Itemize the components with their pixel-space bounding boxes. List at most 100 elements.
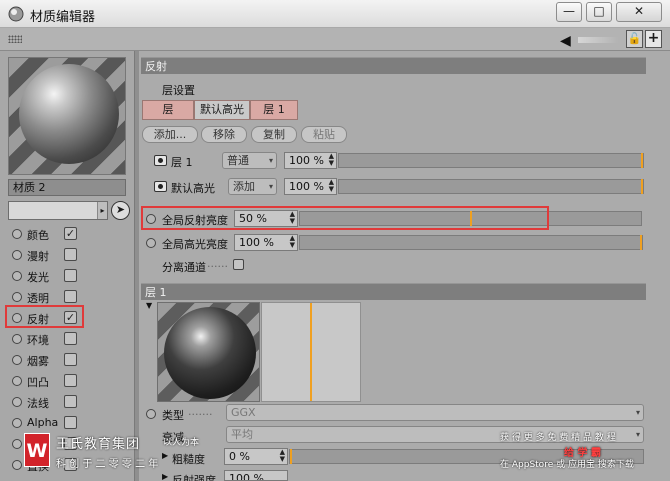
- spinner-icon[interactable]: ▲ ▼: [329, 153, 334, 167]
- slider-marker[interactable]: [641, 179, 643, 194]
- channel-checkbox[interactable]: [64, 269, 77, 282]
- maximize-button[interactable]: □: [586, 2, 612, 22]
- layer-settings-label: 层设置: [162, 84, 195, 97]
- tab-layer[interactable]: 层: [142, 100, 194, 120]
- channel-item[interactable]: 环境: [10, 329, 80, 349]
- channel-checkbox[interactable]: [64, 353, 77, 366]
- channel-label: 透明: [27, 292, 49, 305]
- type-dropdown[interactable]: GGX ▾: [226, 404, 644, 421]
- tab-layer-1[interactable]: 层 1: [250, 100, 298, 120]
- channel-item[interactable]: 发光: [10, 266, 80, 286]
- channel-radio[interactable]: [12, 397, 22, 407]
- layer-opacity-slider[interactable]: [338, 153, 644, 168]
- animate-radio[interactable]: [146, 238, 156, 248]
- expand-triangle-icon[interactable]: ▶: [162, 451, 168, 460]
- channel-radio[interactable]: [12, 355, 22, 365]
- channel-checkbox[interactable]: [64, 332, 77, 345]
- preview-sphere: [19, 64, 119, 164]
- channel-radio[interactable]: [12, 439, 22, 449]
- separate-pass-checkbox[interactable]: [233, 259, 244, 270]
- channel-radio[interactable]: [12, 460, 22, 470]
- visibility-eye-icon[interactable]: [154, 155, 167, 166]
- channel-radio[interactable]: [12, 334, 22, 344]
- expand-triangle-icon[interactable]: ▶: [162, 472, 168, 481]
- channel-checkbox[interactable]: ✓: [64, 227, 77, 240]
- material-selector[interactable]: ▸: [8, 201, 108, 220]
- layer-mode-dropdown[interactable]: 添加 ▾: [228, 178, 277, 195]
- layer-mode-value: 添加: [233, 180, 255, 193]
- channel-item[interactable]: Alpha: [10, 413, 80, 433]
- animate-radio[interactable]: [146, 409, 156, 419]
- global-specular-value: 100 %: [239, 236, 274, 249]
- promo-line-3: 在 AppStore 或 应用宝 搜索下载: [500, 460, 634, 470]
- layer-opacity-field[interactable]: 100 % ▲ ▼: [284, 178, 337, 195]
- paste-layer-button[interactable]: 粘贴: [301, 126, 347, 143]
- layer-mode-value: 普通: [227, 154, 249, 167]
- back-arrow-icon[interactable]: ◀: [560, 33, 571, 49]
- add-layer-button[interactable]: 添加...: [142, 126, 198, 143]
- channel-checkbox[interactable]: [64, 416, 77, 429]
- material-preview[interactable]: [8, 57, 126, 175]
- slider-marker[interactable]: [641, 153, 643, 168]
- channel-radio[interactable]: [12, 250, 22, 260]
- title-bar: 材质编辑器 — □ ✕: [0, 0, 670, 28]
- minimize-button[interactable]: —: [556, 2, 582, 22]
- layer-mode-dropdown[interactable]: 普通 ▾: [222, 152, 277, 169]
- close-button[interactable]: ✕: [616, 2, 662, 22]
- section-title-reflectance[interactable]: 反射: [141, 57, 646, 74]
- material-name-field[interactable]: 材质 2: [8, 179, 126, 196]
- pointer-icon[interactable]: ➤: [111, 201, 130, 220]
- slider-marker[interactable]: [290, 449, 292, 464]
- spinner-icon[interactable]: ▲ ▼: [329, 179, 334, 193]
- grip-icon[interactable]: [8, 35, 22, 43]
- org-slogan: 以人为本: [163, 438, 200, 448]
- remove-layer-button[interactable]: 移除: [201, 126, 247, 143]
- org-logo-letter: W: [26, 440, 48, 462]
- global-specular-slider[interactable]: [299, 235, 643, 250]
- layer-opacity-slider[interactable]: [338, 179, 644, 194]
- collapse-triangle-icon[interactable]: ▼: [146, 301, 152, 310]
- global-specular-field[interactable]: 100 % ▲ ▼: [234, 234, 298, 251]
- tab-default-specular[interactable]: 默认高光: [194, 100, 250, 120]
- channel-item[interactable]: 透明: [10, 287, 80, 307]
- channel-checkbox[interactable]: [64, 290, 77, 303]
- layer-preview: [157, 302, 260, 402]
- channel-item[interactable]: 凹凸: [10, 371, 80, 391]
- channel-radio[interactable]: [12, 418, 22, 428]
- channel-item[interactable]: 漫射: [10, 245, 80, 265]
- reflect-strength-field[interactable]: 100 %: [224, 470, 288, 481]
- channel-radio[interactable]: [12, 271, 22, 281]
- org-logo: W: [24, 433, 50, 467]
- layer-row-name: 默认高光: [171, 182, 215, 195]
- window-title: 材质编辑器: [30, 10, 96, 25]
- layer-row-name: 层 1: [171, 156, 193, 169]
- copy-layer-button[interactable]: 复制: [251, 126, 297, 143]
- channel-radio[interactable]: [12, 376, 22, 386]
- channel-label: 发光: [27, 271, 49, 284]
- section-title-layer-1[interactable]: 层 1: [141, 283, 646, 300]
- spinner-icon[interactable]: ▲ ▼: [290, 235, 295, 249]
- visibility-eye-icon[interactable]: [154, 181, 167, 192]
- lock-icon[interactable]: 🔓: [626, 30, 643, 48]
- reflect-strength-label: 反射强度: [172, 474, 216, 481]
- channel-checkbox[interactable]: [64, 374, 77, 387]
- falloff-curve-preview: [261, 302, 361, 402]
- layer-opacity-field[interactable]: 100 % ▲ ▼: [284, 152, 337, 169]
- type-label: 类型: [162, 409, 184, 422]
- new-window-icon[interactable]: +: [645, 30, 662, 48]
- chevron-right-icon[interactable]: ▸: [97, 202, 107, 219]
- channel-item[interactable]: 法线: [10, 392, 80, 412]
- channel-item[interactable]: 颜色 ✓: [10, 224, 80, 244]
- channel-label: 法线: [27, 397, 49, 410]
- channel-radio[interactable]: [12, 229, 22, 239]
- channel-label: 凹凸: [27, 376, 49, 389]
- channel-checkbox[interactable]: [64, 395, 77, 408]
- roughness-label: 粗糙度: [172, 453, 205, 466]
- promo-overlay: 获 得 更 多 免 费 精 品 教 程 给 学 霸 在 AppStore 或 应…: [500, 426, 656, 472]
- channel-item[interactable]: 烟雾: [10, 350, 80, 370]
- spinner-icon[interactable]: ▲ ▼: [280, 449, 285, 463]
- slider-marker[interactable]: [640, 235, 642, 250]
- channel-checkbox[interactable]: [64, 248, 77, 261]
- roughness-field[interactable]: 0 % ▲ ▼: [224, 448, 288, 465]
- channel-radio[interactable]: [12, 292, 22, 302]
